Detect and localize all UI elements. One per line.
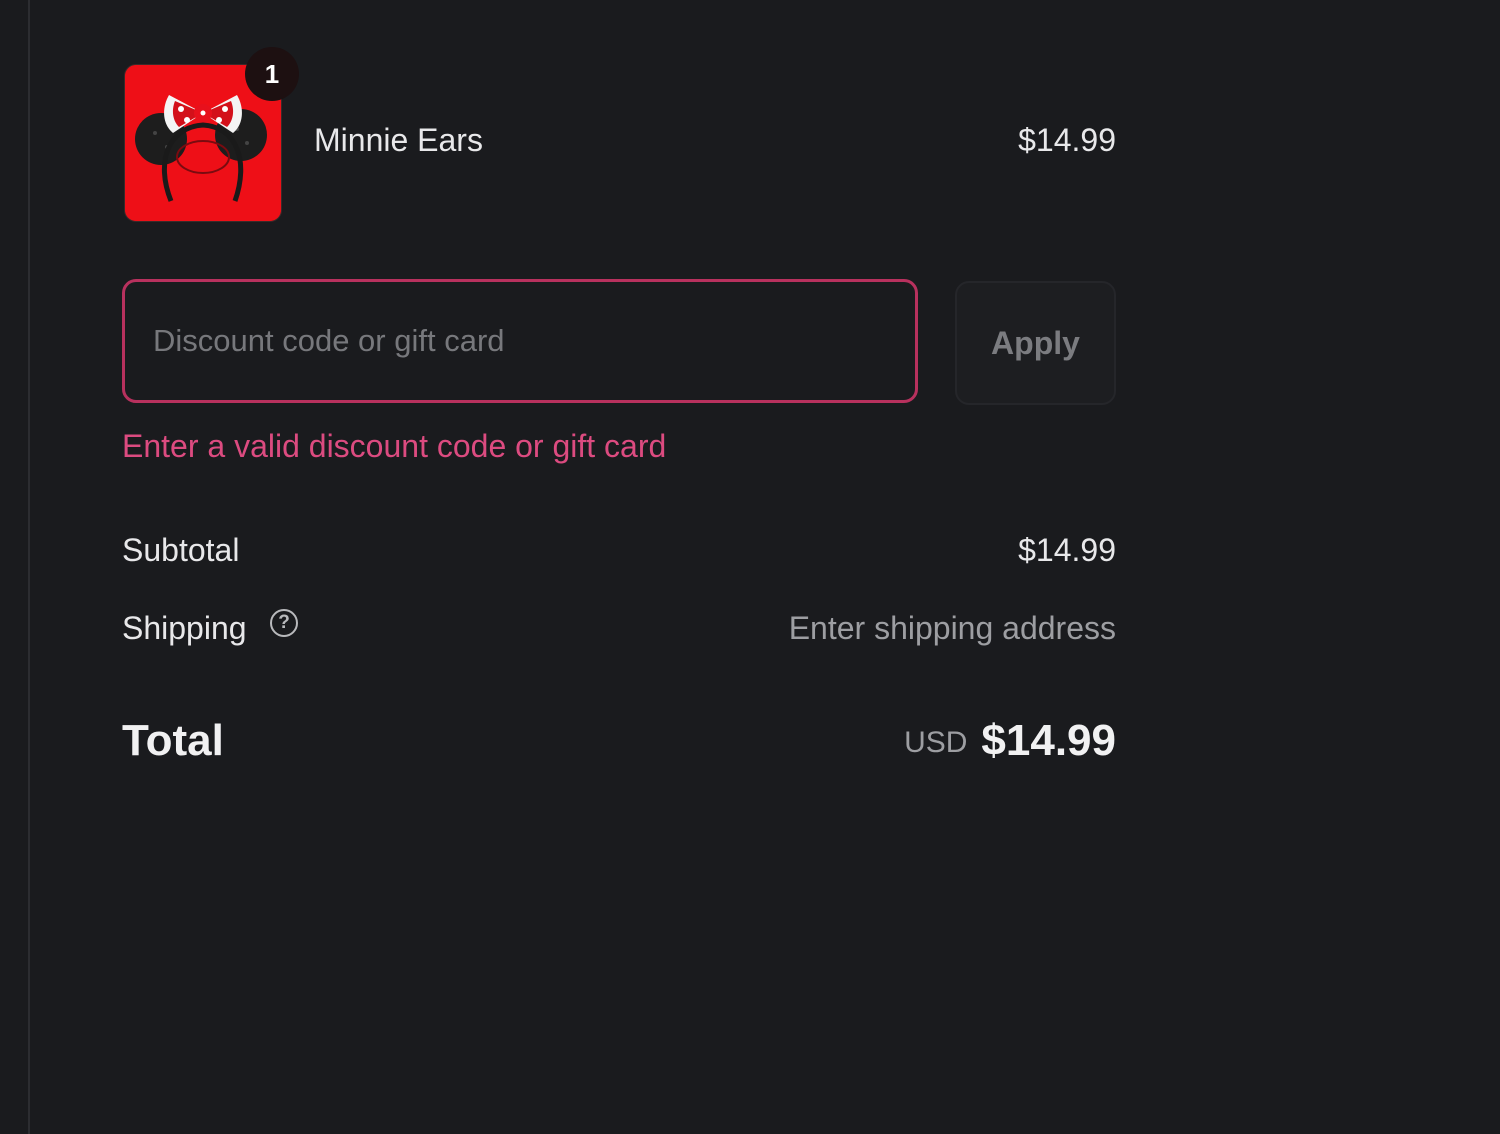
question-circle-icon[interactable]: ? — [270, 609, 298, 637]
checkout-order-summary-page: 1 Minnie Ears $14.99 Apply Enter a valid… — [0, 0, 1500, 1134]
shipping-label: Shipping — [122, 610, 247, 646]
quantity-badge: 1 — [245, 47, 299, 101]
total-amount: $14.99 — [981, 716, 1116, 765]
subtotal-value: $14.99 — [1018, 532, 1116, 568]
discount-error-message: Enter a valid discount code or gift card — [122, 428, 667, 464]
column-divider — [28, 0, 30, 1134]
total-label: Total — [122, 716, 224, 765]
product-thumbnail: 1 — [124, 47, 299, 222]
shipping-value: Enter shipping address — [788, 610, 1116, 646]
discount-code-input[interactable] — [122, 279, 918, 403]
currency-code: USD — [904, 726, 968, 759]
total-value-group: USD $14.99 — [904, 716, 1116, 766]
product-name: Minnie Ears — [314, 122, 483, 158]
subtotal-label: Subtotal — [122, 532, 240, 568]
line-item: 1 Minnie Ears $14.99 — [122, 47, 1116, 222]
apply-discount-button[interactable]: Apply — [955, 281, 1116, 405]
product-price: $14.99 — [1018, 122, 1116, 158]
